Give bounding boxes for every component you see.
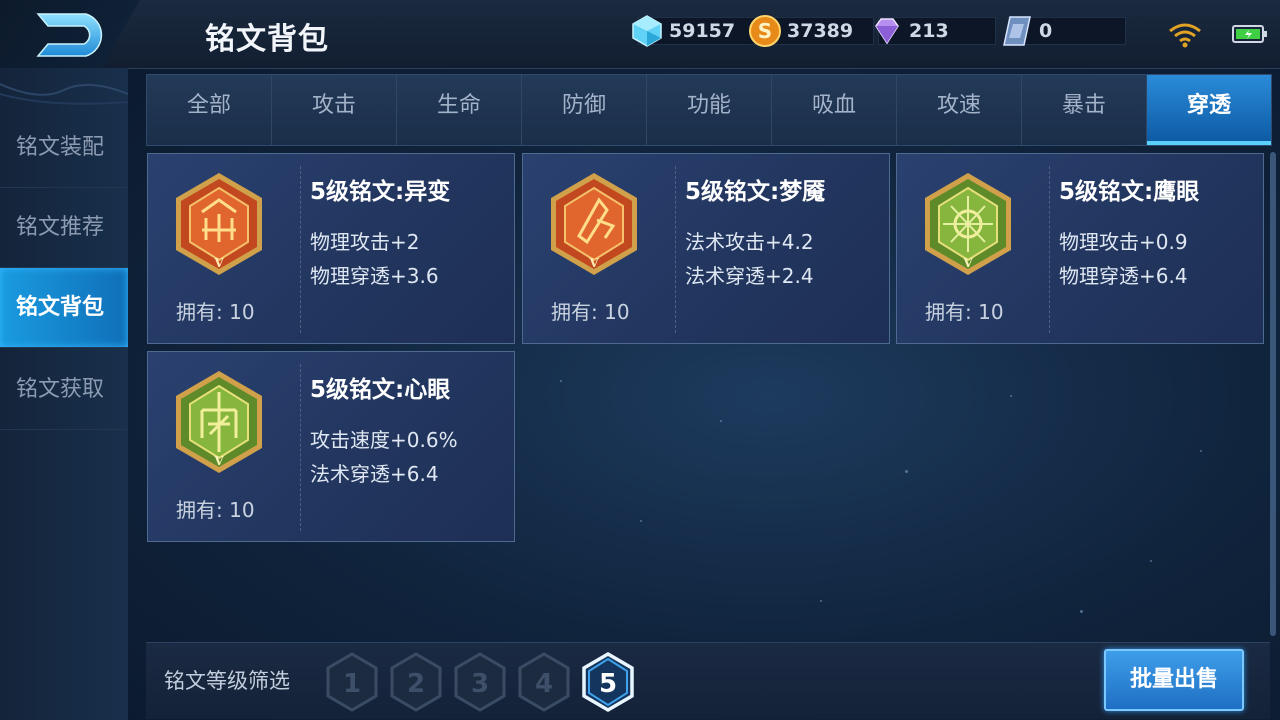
inscription-stat: 法术攻击+4.2 bbox=[685, 230, 814, 254]
battery-icon bbox=[1232, 25, 1267, 43]
inscription-name: 5级铭文:心眼 bbox=[310, 377, 451, 403]
level-filter-2-button[interactable]: 2 bbox=[388, 651, 444, 713]
card-divider bbox=[675, 166, 676, 333]
wifi-icon bbox=[1169, 23, 1201, 48]
inscription-card[interactable]: V 5级铭文:鹰眼 物理攻击+0.9 物理穿透+6.4 拥有: 10 bbox=[896, 153, 1264, 344]
sidebar-item-obtain[interactable]: 铭文获取 bbox=[0, 350, 128, 430]
voucher-balance: 0 bbox=[1000, 16, 1126, 46]
sidebar-item-recommend[interactable]: 铭文推荐 bbox=[0, 188, 128, 268]
tab-penetration[interactable]: 穿透 bbox=[1147, 75, 1271, 145]
inscription-stat: 法术穿透+6.4 bbox=[310, 462, 439, 486]
level-filter-1-button[interactable]: 1 bbox=[324, 651, 380, 713]
inscription-card[interactable]: V 5级铭文:异变 物理攻击+2 物理穿透+3.6 拥有: 10 bbox=[147, 153, 515, 344]
svg-text:S: S bbox=[758, 19, 772, 43]
scrollbar[interactable] bbox=[1270, 152, 1276, 636]
tab-lifesteal[interactable]: 吸血 bbox=[772, 75, 897, 145]
level-filter-4-button[interactable]: 4 bbox=[516, 651, 572, 713]
page-title: 铭文背包 bbox=[205, 22, 329, 57]
owned-count: 拥有: 10 bbox=[551, 300, 630, 324]
level-number: 4 bbox=[535, 669, 553, 699]
sidebar-item-equip[interactable]: 铭文装配 bbox=[0, 108, 128, 188]
inscription-name: 5级铭文:异变 bbox=[310, 179, 451, 205]
rank-numeral: V bbox=[588, 256, 599, 270]
level-filter-5-button[interactable]: 5 bbox=[580, 651, 636, 713]
inscription-stat: 物理攻击+0.9 bbox=[1059, 230, 1188, 254]
rank-numeral: V bbox=[213, 454, 224, 468]
owned-count: 拥有: 10 bbox=[925, 300, 1004, 324]
green-inscription-emblem-icon: V bbox=[925, 173, 1011, 275]
inscription-stat: 物理穿透+6.4 bbox=[1059, 264, 1188, 288]
inscription-stat: 攻击速度+0.6% bbox=[310, 428, 458, 452]
green-inscription-emblem-icon: V bbox=[176, 371, 262, 473]
bulk-sell-button[interactable]: 批量出售 bbox=[1104, 649, 1244, 711]
gem-icon bbox=[875, 18, 899, 45]
tab-attack-speed[interactable]: 攻速 bbox=[897, 75, 1022, 145]
inscription-name: 5级铭文:梦魇 bbox=[685, 179, 826, 205]
back-arrow-icon bbox=[36, 13, 103, 57]
tab-attack[interactable]: 攻击 bbox=[272, 75, 397, 145]
level-number: 2 bbox=[407, 669, 425, 699]
tab-utility[interactable]: 功能 bbox=[647, 75, 772, 145]
diamond-balance: 59157 bbox=[630, 15, 756, 47]
sidebar-ornament bbox=[0, 83, 128, 105]
tab-all[interactable]: 全部 bbox=[147, 75, 272, 145]
inscription-stat: 法术穿透+2.4 bbox=[685, 264, 814, 288]
sidebar-item-bag[interactable]: 铭文背包 bbox=[0, 268, 128, 348]
level-filter-label: 铭文等级筛选 bbox=[164, 669, 290, 693]
top-bar: 铭文背包 59157 S 37389 213 0 bbox=[0, 0, 1280, 72]
rank-numeral: V bbox=[962, 256, 973, 270]
sidebar: 铭文装配 铭文推荐 铭文背包 铭文获取 bbox=[0, 68, 128, 720]
level-number: 3 bbox=[471, 669, 489, 699]
inscription-stat: 物理攻击+2 bbox=[310, 230, 420, 254]
inscription-card[interactable]: V 5级铭文:梦魇 法术攻击+4.2 法术穿透+2.4 拥有: 10 bbox=[522, 153, 890, 344]
tab-crit[interactable]: 暴击 bbox=[1022, 75, 1147, 145]
bottom-bar: 铭文等级筛选 1 2 3 4 5 批量出售 bbox=[146, 642, 1270, 719]
gold-balance: S 37389 bbox=[748, 15, 874, 47]
owned-count: 拥有: 10 bbox=[176, 498, 255, 522]
level-number: 1 bbox=[343, 669, 361, 699]
card-divider bbox=[300, 364, 301, 531]
inscription-card[interactable]: V 5级铭文:心眼 攻击速度+0.6% 法术穿透+6.4 拥有: 10 bbox=[147, 351, 515, 542]
level-filter-3-button[interactable]: 3 bbox=[452, 651, 508, 713]
red-inscription-emblem-icon: V bbox=[176, 173, 262, 275]
gem-balance: 213 bbox=[870, 16, 996, 46]
gold-coin-icon: S bbox=[749, 15, 781, 47]
tab-defense[interactable]: 防御 bbox=[522, 75, 647, 145]
back-button[interactable] bbox=[0, 0, 190, 72]
category-tabs: 全部 攻击 生命 防御 功能 吸血 攻速 暴击 穿透 bbox=[146, 74, 1272, 146]
card-divider bbox=[1049, 166, 1050, 333]
voucher-icon bbox=[1003, 16, 1031, 46]
inscription-stat: 物理穿透+3.6 bbox=[310, 264, 439, 288]
diamond-icon bbox=[632, 15, 662, 47]
rank-numeral: V bbox=[213, 256, 224, 270]
tab-health[interactable]: 生命 bbox=[397, 75, 522, 145]
red-inscription-emblem-icon: V bbox=[551, 173, 637, 275]
inscription-name: 5级铭文:鹰眼 bbox=[1059, 179, 1200, 205]
card-divider bbox=[300, 166, 301, 333]
owned-count: 拥有: 10 bbox=[176, 300, 255, 324]
level-number: 5 bbox=[599, 669, 617, 699]
